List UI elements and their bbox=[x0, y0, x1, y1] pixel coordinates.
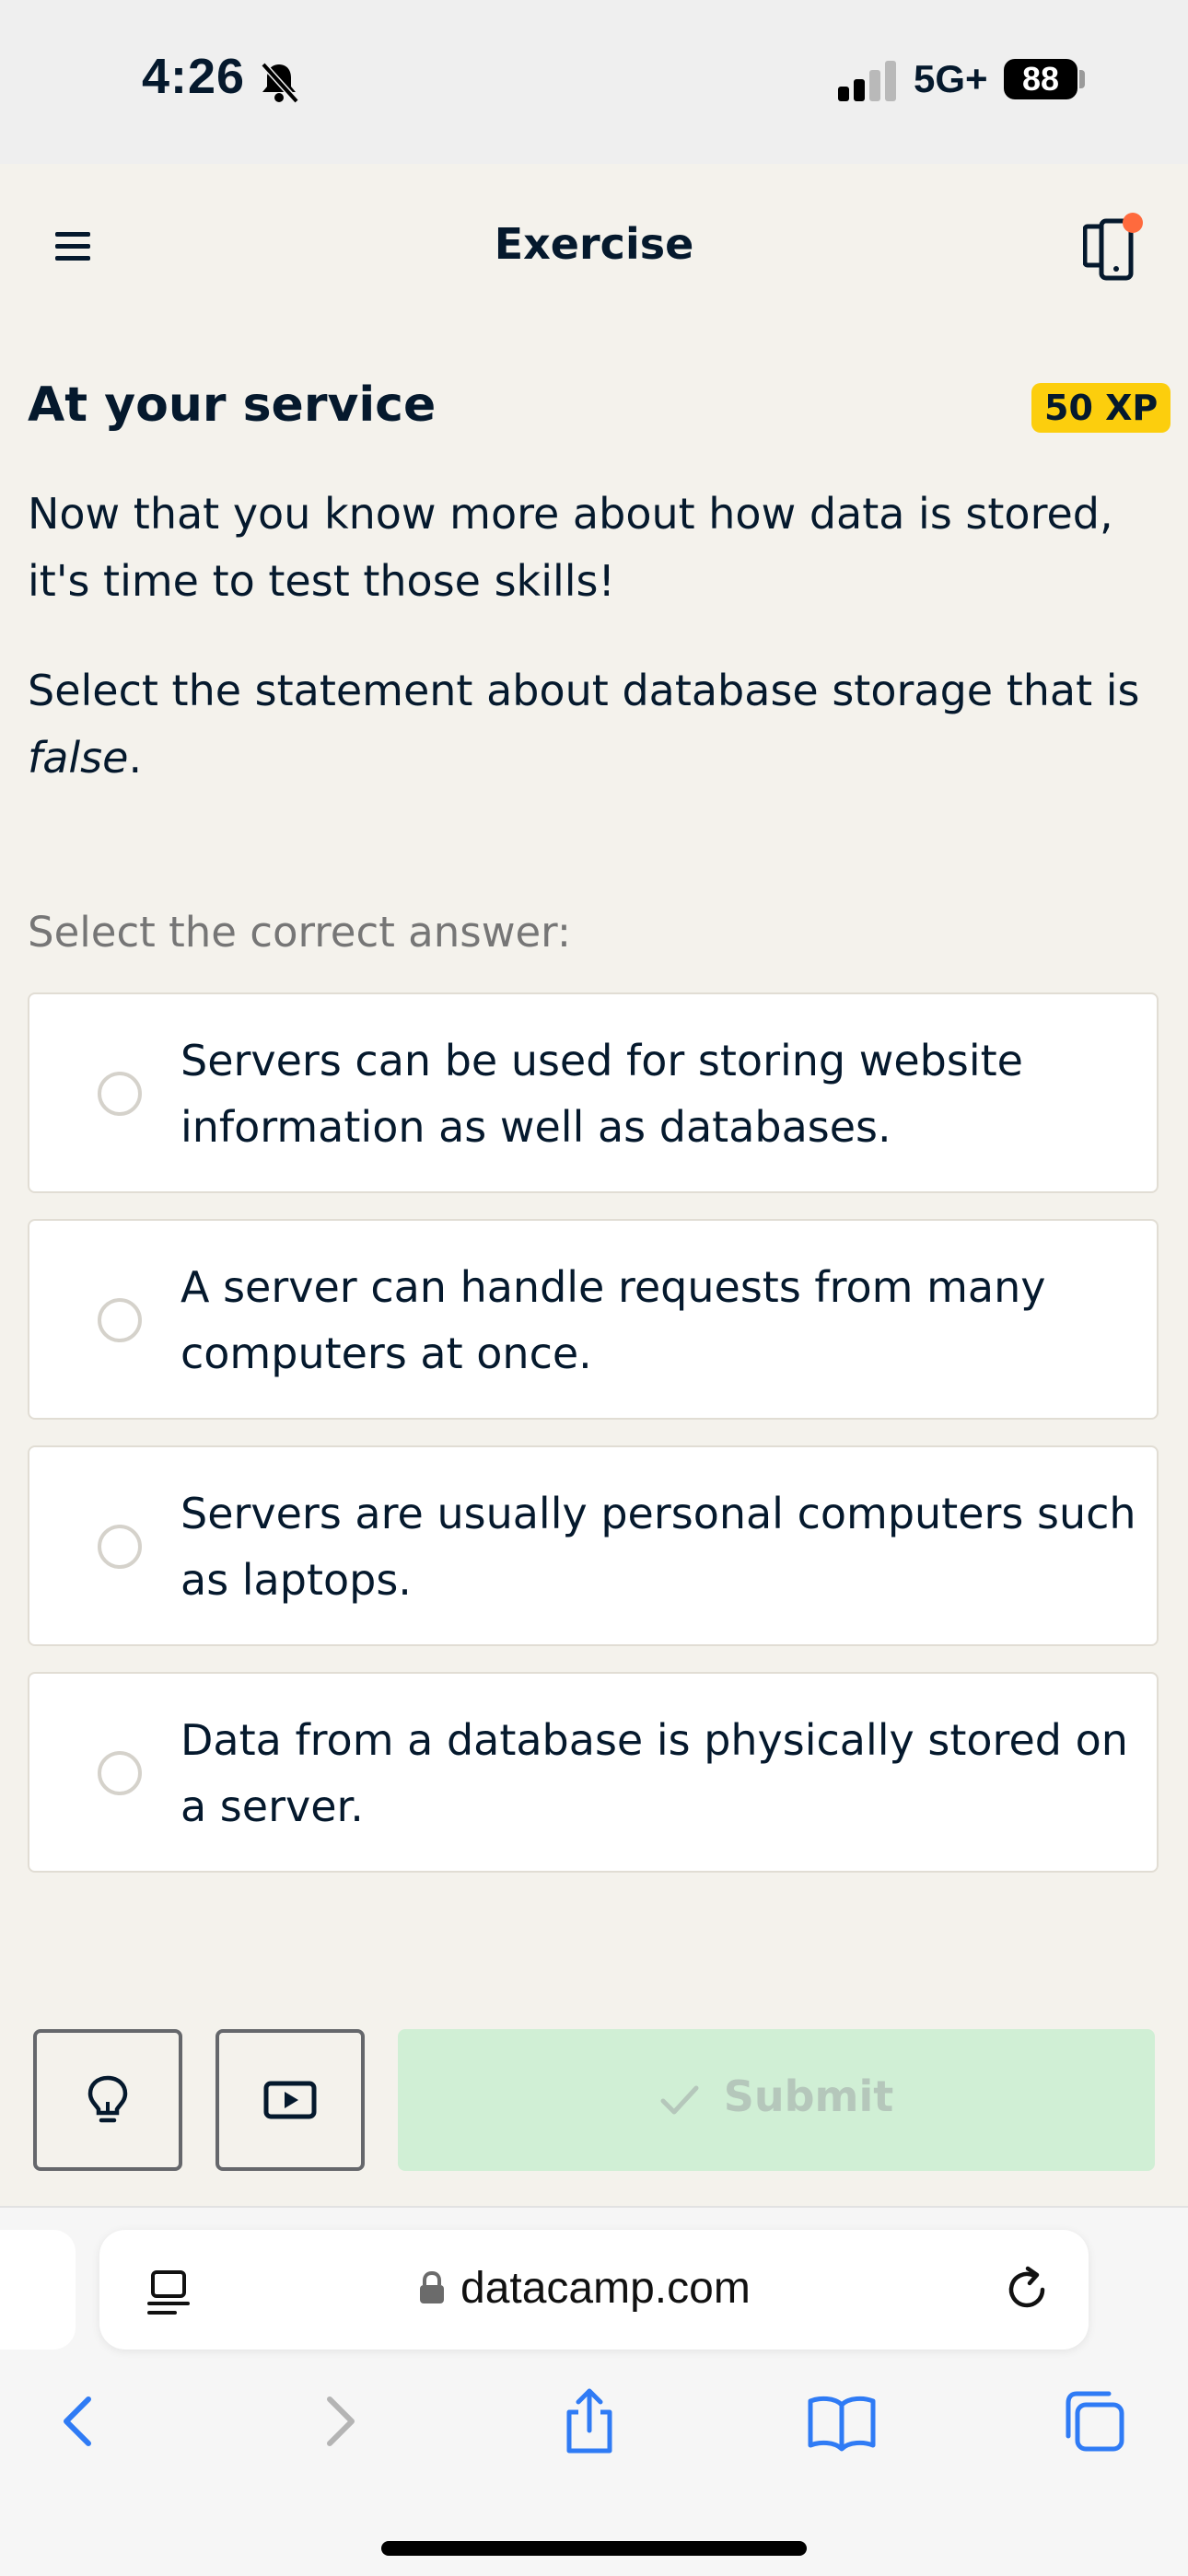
answer-option-1[interactable]: Servers can be used for storing website … bbox=[28, 992, 1159, 1193]
prompt-text: Select the statement about database stor… bbox=[28, 666, 1140, 715]
home-indicator bbox=[381, 2541, 807, 2556]
answer-option-text: Data from a database is physically store… bbox=[181, 1715, 1128, 1831]
select-answer-label: Select the correct answer: bbox=[28, 908, 572, 957]
answer-option-3[interactable]: Servers are usually personal computers s… bbox=[28, 1445, 1159, 1646]
lock-icon bbox=[420, 2270, 444, 2303]
tabs-icon[interactable] bbox=[1057, 2385, 1131, 2458]
answer-option-text: Servers can be used for storing website … bbox=[181, 1036, 1023, 1152]
radio-button[interactable] bbox=[98, 1072, 142, 1116]
signal-icon bbox=[838, 61, 896, 101]
video-button[interactable] bbox=[215, 2029, 365, 2171]
answer-option-4[interactable]: Data from a database is physically store… bbox=[28, 1672, 1159, 1873]
mobile-device-icon[interactable] bbox=[1083, 212, 1147, 282]
back-icon[interactable] bbox=[42, 2385, 116, 2458]
radio-button[interactable] bbox=[98, 1751, 142, 1795]
answer-option-2[interactable]: A server can handle requests from many c… bbox=[28, 1219, 1159, 1420]
status-time: 4:26 bbox=[142, 49, 246, 104]
prompt-end: . bbox=[128, 733, 143, 783]
url-text[interactable]: datacamp.com bbox=[460, 2263, 751, 2314]
status-bar: 4:26 5G+ 88 bbox=[0, 0, 1188, 164]
share-icon[interactable] bbox=[553, 2385, 626, 2458]
answer-option-text: Servers are usually personal computers s… bbox=[181, 1489, 1136, 1605]
network-type: 5G+ bbox=[914, 57, 988, 100]
address-bar[interactable]: datacamp.com bbox=[99, 2230, 1089, 2350]
hint-button[interactable] bbox=[33, 2029, 182, 2171]
exercise-title: At your service bbox=[28, 377, 437, 433]
radio-button[interactable] bbox=[98, 1525, 142, 1569]
battery-level: 88 bbox=[1004, 59, 1077, 99]
lightbulb-icon bbox=[87, 2075, 128, 2123]
answer-option-text: A server can handle requests from many c… bbox=[181, 1262, 1046, 1378]
exercise-prompt: Select the statement about database stor… bbox=[28, 657, 1160, 792]
reload-icon[interactable] bbox=[1002, 2265, 1052, 2315]
bookmarks-icon[interactable] bbox=[805, 2385, 879, 2458]
browser-chrome: datacamp.com bbox=[0, 2206, 1188, 2576]
exercise-intro: Now that you know more about how data is… bbox=[28, 489, 1113, 606]
radio-button[interactable] bbox=[98, 1298, 142, 1342]
check-icon bbox=[660, 2085, 699, 2114]
reader-mode-icon[interactable] bbox=[147, 2269, 190, 2316]
prompt-emphasis: false bbox=[28, 733, 129, 783]
bell-slash-icon bbox=[261, 62, 299, 104]
submit-content: Submit bbox=[398, 2071, 1155, 2121]
battery-tip bbox=[1079, 70, 1085, 88]
play-video-icon bbox=[263, 2081, 317, 2119]
submit-button[interactable]: Submit bbox=[398, 2029, 1155, 2171]
xp-badge: 50 XP bbox=[1031, 383, 1171, 433]
app-header: Exercise bbox=[0, 164, 1188, 330]
submit-label: Submit bbox=[723, 2071, 894, 2121]
page-title: Exercise bbox=[494, 219, 694, 269]
forward-icon[interactable] bbox=[302, 2385, 376, 2458]
previous-tab[interactable] bbox=[0, 2230, 76, 2350]
